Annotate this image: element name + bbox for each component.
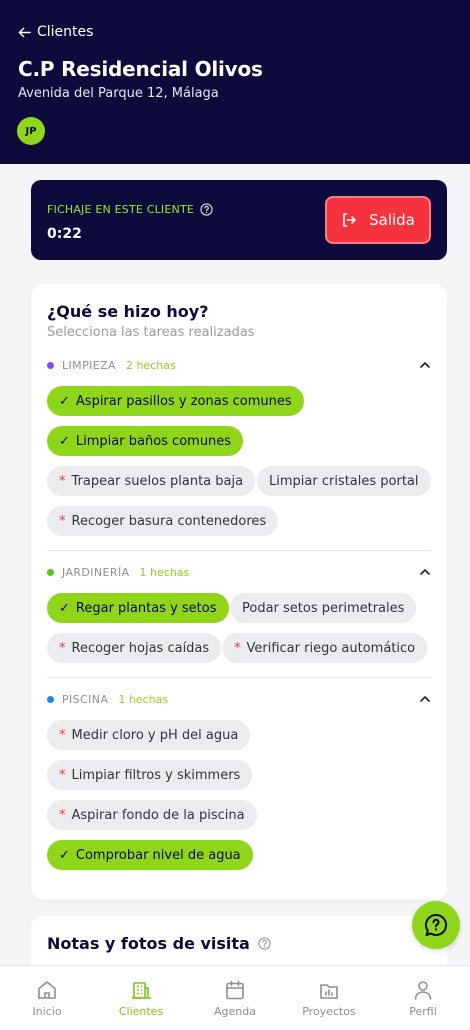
task-chip[interactable]: ✓ Aspirar pasillos y zonas comunes [47, 386, 304, 416]
task-chip[interactable]: * Limpiar filtros y skimmers [47, 760, 253, 790]
nav-item-perfil[interactable]: Perfil [376, 966, 470, 1030]
task-chip[interactable]: * Recoger hojas caídas [47, 633, 222, 663]
exit-button[interactable]: Salida [325, 196, 431, 244]
section-name: PISCINA [62, 692, 109, 706]
tasks-title: ¿Qué se hizo hoy? [47, 302, 209, 321]
task-chip[interactable]: Podar setos perimetrales [230, 593, 417, 623]
task-label: Podar setos perimetrales [242, 600, 405, 616]
section-count: 1 hechas [118, 692, 169, 706]
section-dot [47, 361, 54, 369]
nav-item-proyectos[interactable]: Proyectos [282, 966, 376, 1030]
logout-icon [343, 213, 356, 227]
task-chip[interactable]: * Medir cloro y pH del agua [47, 720, 251, 750]
arrow-left-icon [18, 27, 31, 37]
section-divider [47, 550, 431, 551]
section-dot [47, 568, 54, 576]
task-chip[interactable]: ✓ Limpiar baños comunes [47, 426, 244, 456]
task-label: Recoger basura contenedores [71, 513, 267, 529]
task-chip[interactable]: ✓ Comprobar nivel de agua [47, 840, 253, 870]
section-name: LIMPIEZA [62, 358, 116, 372]
task-chip[interactable]: * Aspirar fondo de la piscina [47, 800, 257, 830]
section-name: JARDINERÍA [62, 565, 130, 579]
calendar-icon [226, 980, 244, 1000]
chevron-up-icon[interactable] [419, 566, 431, 578]
chart-folder-icon [320, 984, 338, 999]
task-label: Aspirar pasillos y zonas comunes [75, 393, 292, 409]
section-divider [47, 677, 431, 678]
tasks-subtitle: Selecciona las tareas realizadas [47, 325, 255, 340]
bottom-nav: Inicio Clientes Agenda Proyectos Perfil [0, 965, 470, 1030]
client-name: C.P Residencial Olivos [18, 57, 263, 81]
task-mark: ✓ [59, 600, 70, 616]
task-mark: ✓ [59, 393, 70, 409]
nav-label: Proyectos [302, 1005, 356, 1018]
task-mark: * [59, 640, 66, 656]
task-label: Limpiar filtros y skimmers [71, 767, 241, 783]
help-button[interactable] [412, 901, 460, 949]
task-label: Limpiar baños comunes [75, 433, 232, 449]
back-link[interactable]: Clientes [18, 24, 93, 40]
home-icon [38, 981, 56, 999]
task-label: Trapear suelos planta baja [71, 473, 244, 489]
task-chip[interactable]: * Recoger basura contenedores [47, 506, 279, 536]
back-link-label: Clientes [37, 24, 94, 40]
nav-label: Agenda [214, 1005, 256, 1018]
task-label: Regar plantas y setos [75, 600, 217, 616]
section-count: 2 hechas [125, 358, 176, 372]
nav-item-clientes[interactable]: Clientes [94, 966, 188, 1030]
client-address: Avenida del Parque 12, Málaga [18, 86, 219, 101]
task-label: Recoger hojas caídas [71, 640, 210, 656]
section-dot [47, 695, 54, 703]
task-mark: * [59, 473, 66, 489]
task-label: Verificar riego automático [246, 640, 416, 656]
exit-button-label: Salida [369, 211, 415, 229]
section-header-piscina[interactable]: PISCINA 1 hechas [47, 689, 431, 709]
chevron-up-icon[interactable] [419, 693, 431, 705]
nav-label: Inicio [32, 1005, 62, 1018]
section-count: 1 hechas [139, 565, 190, 579]
user-icon [414, 981, 432, 1000]
task-mark: * [59, 767, 66, 783]
clock-label-row: FICHAJE EN ESTE CLIENTE [47, 203, 213, 216]
chevron-up-icon[interactable] [419, 359, 431, 371]
clock-in-card: FICHAJE EN ESTE CLIENTE 0:22 Salida [31, 180, 447, 260]
task-mark: ✓ [59, 847, 70, 863]
help-circle-icon[interactable] [200, 203, 213, 216]
clock-label: FICHAJE EN ESTE CLIENTE [47, 203, 195, 216]
task-chip[interactable]: * Trapear suelos planta baja [47, 466, 256, 496]
task-label: Medir cloro y pH del agua [71, 727, 239, 743]
task-mark: * [234, 640, 241, 656]
task-chip[interactable]: ✓ Regar plantas y setos [47, 593, 229, 623]
building-icon [132, 982, 151, 999]
notes-title-row: Notas y fotos de visita [47, 934, 271, 953]
help-chat-icon [425, 913, 448, 936]
notes-title: Notas y fotos de visita [47, 934, 250, 953]
section-header-limpieza[interactable]: LIMPIEZA 2 hechas [47, 355, 431, 375]
task-mark: * [59, 727, 66, 743]
tasks-card: ¿Qué se hizo hoy? Selecciona las tareas … [31, 284, 447, 900]
task-chip[interactable]: * Verificar riego automático [222, 633, 428, 663]
task-label: Aspirar fondo de la piscina [71, 807, 245, 823]
nav-label: Clientes [118, 1005, 164, 1018]
clock-elapsed-time: 0:22 [47, 226, 82, 242]
task-label: Comprobar nivel de agua [75, 847, 241, 863]
nav-item-agenda[interactable]: Agenda [188, 966, 282, 1030]
nav-label: Perfil [409, 1005, 437, 1018]
client-header: Clientes C.P Residencial Olivos Avenida … [0, 0, 470, 164]
help-circle-icon[interactable] [258, 937, 271, 950]
task-mark: * [59, 513, 66, 529]
task-label: Limpiar cristales portal [269, 473, 419, 489]
section-header-jardineria[interactable]: JARDINERÍA 1 hechas [47, 562, 431, 582]
task-mark: ✓ [59, 433, 70, 449]
avatar[interactable]: JP [17, 117, 45, 145]
nav-item-inicio[interactable]: Inicio [0, 966, 94, 1030]
task-mark: * [59, 807, 66, 823]
task-chip[interactable]: Limpiar cristales portal [257, 466, 431, 496]
